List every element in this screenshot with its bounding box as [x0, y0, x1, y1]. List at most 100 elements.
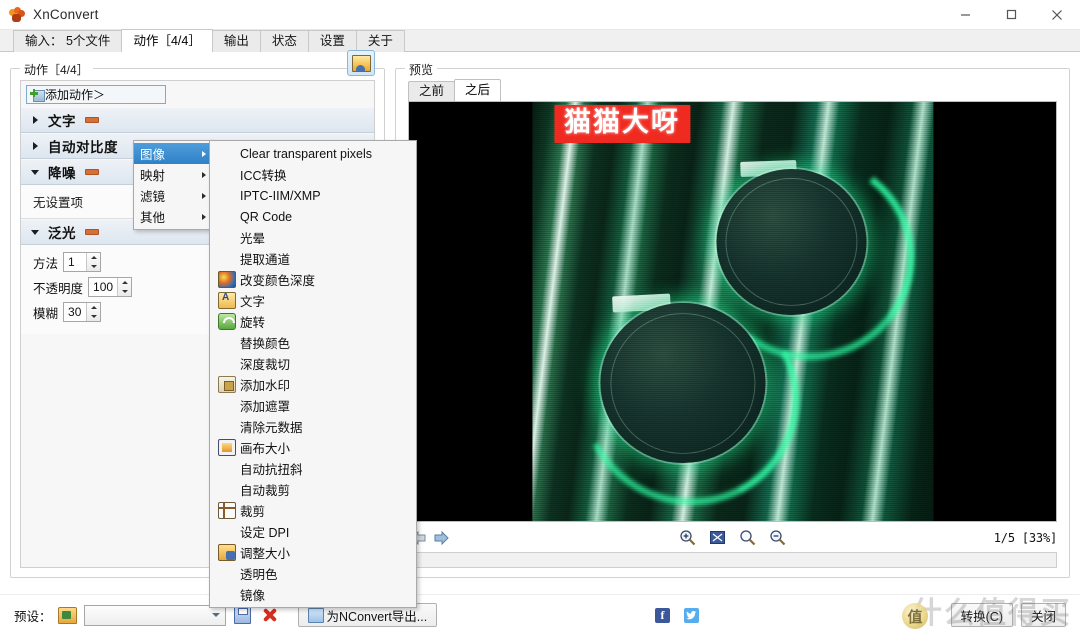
tab-actions[interactable]: 动作［4/4］	[121, 29, 213, 52]
menu-label: 添加水印	[240, 379, 291, 393]
add-action-menu[interactable]: 图像 映射 滤镜 其他	[133, 140, 211, 230]
remove-action-icon[interactable]	[85, 229, 99, 235]
menu-item-iptc-xmp[interactable]: IPTC-IIM/XMP	[210, 185, 416, 206]
menu-item-map[interactable]: 映射	[134, 164, 210, 185]
add-action-button[interactable]: 添加动作＞	[26, 85, 166, 104]
menu-label: 透明色	[240, 568, 278, 582]
preview-toolbar: 1/5 [33%]	[408, 524, 1057, 551]
menu-item-mirror[interactable]: 镜像	[210, 584, 416, 605]
stepper-up-icon[interactable]	[118, 278, 131, 287]
facebook-icon[interactable]: f	[655, 607, 670, 623]
menu-item-icc-conversion[interactable]: ICC转换	[210, 164, 416, 185]
menu-item-filter[interactable]: 滤镜	[134, 185, 210, 206]
stepper-up-icon[interactable]	[87, 253, 100, 262]
tab-settings[interactable]: 设置	[307, 30, 357, 52]
glow-method-stepper[interactable]: 1	[63, 252, 102, 272]
actions-group-legend: 动作［4/4］	[20, 61, 93, 78]
photo-scanlines	[531, 102, 934, 521]
close-button[interactable]	[1034, 0, 1080, 29]
add-action-label: 添加动作＞	[45, 88, 106, 102]
remove-action-icon[interactable]	[85, 169, 99, 175]
menu-item-clear-transparent-pixels[interactable]: Clear transparent pixels	[210, 143, 416, 164]
menu-item-other[interactable]: 其他	[134, 206, 210, 227]
menu-item-add-watermark[interactable]: 添加水印	[210, 374, 416, 395]
stepper-down-icon[interactable]	[87, 312, 100, 321]
chevron-right-icon[interactable]	[28, 142, 42, 150]
action-label: 自动对比度	[48, 140, 118, 155]
preset-label: 预设：	[14, 609, 52, 624]
preview-image: 猫猫大呀	[409, 102, 1056, 521]
menu-label: QR Code	[240, 209, 293, 224]
menu-label: 映射	[140, 169, 166, 183]
menu-item-depth-crop[interactable]: 深度裁切	[210, 353, 416, 374]
save-icon[interactable]	[233, 606, 251, 624]
menu-label: 画布大小	[240, 442, 291, 456]
stepper-up-icon[interactable]	[87, 303, 100, 312]
export-icon	[307, 607, 324, 623]
menu-item-set-dpi[interactable]: 设定 DPI	[210, 521, 416, 542]
minimize-button[interactable]	[942, 0, 988, 29]
preview-stage[interactable]: 猫猫大呀	[408, 101, 1057, 522]
menu-item-canvas-size[interactable]: 画布大小	[210, 437, 416, 458]
image-submenu[interactable]: Clear transparent pixels ICC转换 IPTC-IIM/…	[209, 140, 417, 608]
preview-tab-before[interactable]: 之前	[408, 81, 456, 101]
menu-item-qr-code[interactable]: QR Code	[210, 206, 416, 227]
preview-tab-after[interactable]: 之后	[454, 79, 502, 101]
no-settings-text: 无设置项	[33, 196, 84, 210]
menu-item-image[interactable]: 图像	[134, 143, 210, 164]
window-controls	[942, 0, 1080, 29]
menu-item-change-color-depth[interactable]: 改变颜色深度	[210, 269, 416, 290]
stepper-down-icon[interactable]	[118, 287, 131, 296]
glow-opacity-stepper[interactable]: 100	[88, 277, 133, 297]
menu-item-add-mask[interactable]: 添加遮罩	[210, 395, 416, 416]
chevron-right-icon[interactable]	[28, 116, 42, 124]
menu-label: Clear transparent pixels	[240, 146, 373, 161]
close-dialog-button[interactable]: 关闭	[1020, 603, 1066, 627]
delete-x-icon[interactable]	[262, 607, 278, 623]
menu-item-auto-deskew[interactable]: 自动抗扭斜	[210, 458, 416, 479]
menu-label: 替换颜色	[240, 337, 291, 351]
submenu-arrow-icon	[202, 213, 206, 220]
zoom-in-icon[interactable]	[679, 529, 697, 547]
menu-item-extract-channel[interactable]: 提取通道	[210, 248, 416, 269]
menu-item-vignette[interactable]: 光晕	[210, 227, 416, 248]
twitter-icon[interactable]	[684, 607, 699, 623]
footer-buttons: 转换(C) 关闭	[950, 603, 1066, 627]
convert-button[interactable]: 转换(C)	[950, 603, 1013, 627]
action-row-text[interactable]: 文字	[21, 107, 374, 133]
menu-item-resize[interactable]: 调整大小	[210, 542, 416, 563]
preview-horizontal-scrollbar[interactable]	[408, 552, 1057, 568]
menu-label: 清除元数据	[240, 421, 303, 435]
chevron-down-icon[interactable]	[28, 169, 42, 175]
glow-blur-stepper[interactable]: 30	[63, 302, 102, 322]
tab-input[interactable]: 输入： 5个文件	[13, 30, 123, 52]
menu-item-crop[interactable]: 裁剪	[210, 500, 416, 521]
tab-output[interactable]: 输出	[211, 30, 261, 52]
stepper-down-icon[interactable]	[87, 262, 100, 271]
menu-item-transparent-color[interactable]: 透明色	[210, 563, 416, 584]
submenu-arrow-icon	[202, 192, 206, 199]
window-title: XnConvert	[33, 7, 99, 22]
maximize-button[interactable]	[988, 0, 1034, 29]
menu-label: 文字	[240, 295, 266, 309]
glow-opacity-label: 不透明度	[33, 281, 84, 296]
tab-status[interactable]: 状态	[259, 30, 309, 52]
fit-to-window-icon[interactable]	[709, 529, 727, 547]
menu-item-replace-color[interactable]: 替换颜色	[210, 332, 416, 353]
zoom-normal-icon[interactable]	[739, 529, 757, 547]
tab-about[interactable]: 关于	[355, 30, 405, 52]
arrow-right-icon[interactable]	[430, 527, 452, 549]
preset-select[interactable]	[83, 604, 226, 626]
menu-item-auto-crop[interactable]: 自动裁剪	[210, 479, 416, 500]
menu-item-text[interactable]: 文字	[210, 290, 416, 311]
image-preview-icon[interactable]	[347, 50, 375, 76]
menu-label: 旋转	[240, 316, 266, 330]
canvas-size-icon	[218, 439, 236, 456]
chevron-down-icon[interactable]	[28, 229, 42, 235]
folder-open-icon[interactable]	[57, 606, 77, 624]
menu-item-rotate[interactable]: 旋转	[210, 311, 416, 332]
menu-item-clear-metadata[interactable]: 清除元数据	[210, 416, 416, 437]
zoom-out-icon[interactable]	[769, 529, 787, 547]
menu-label: 改变颜色深度	[240, 274, 316, 288]
remove-action-icon[interactable]	[85, 117, 99, 123]
